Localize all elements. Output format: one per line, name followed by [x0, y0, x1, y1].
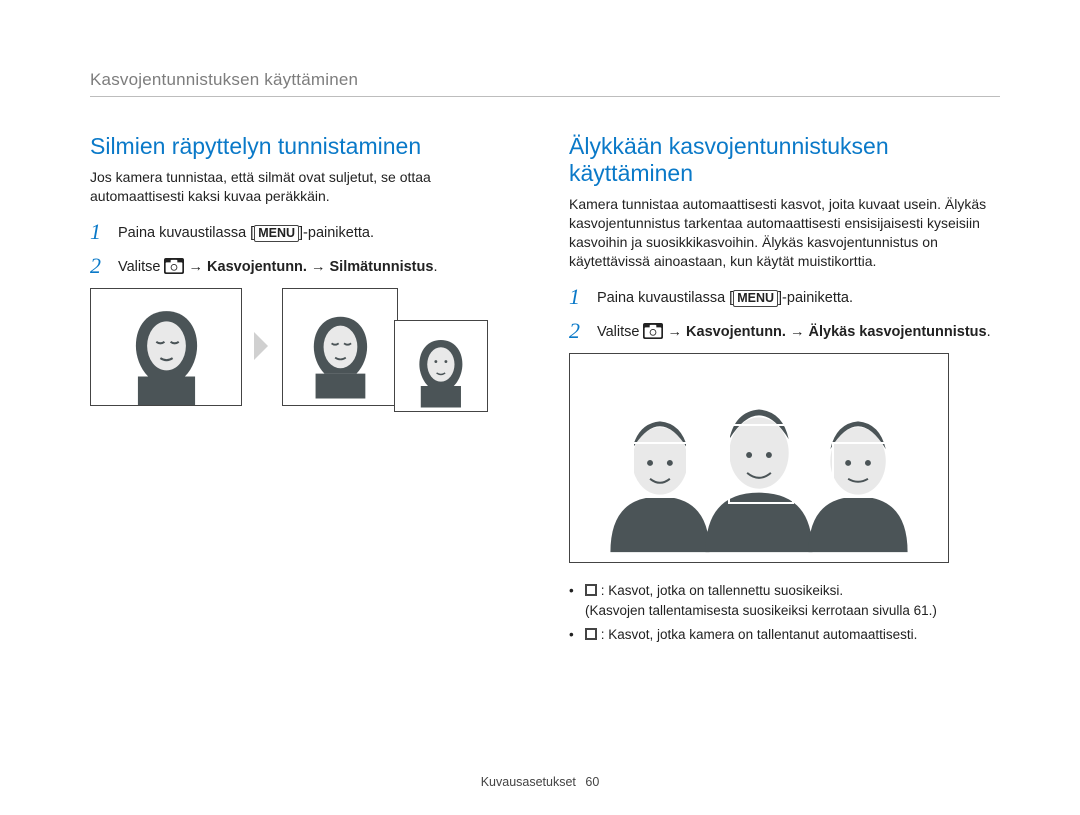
right-step-2: 2 Valitse → Kasvojentunn. → Älykäs kasvo… [569, 319, 1000, 343]
bullet-text: : Kasvot, jotka kamera on tallentanut au… [597, 627, 917, 642]
left-column: Silmien räpyttelyn tunnistaminen Jos kam… [90, 133, 521, 649]
step-text: Valitse → Kasvojentunn. → Silmätunnistus… [118, 254, 521, 278]
favorite-frame-icon [585, 584, 597, 596]
step2-path: → Kasvojentunn. → Silmätunnistus [184, 259, 433, 275]
step1-post: ]-painiketta. [299, 225, 374, 241]
content-columns: Silmien räpyttelyn tunnistaminen Jos kam… [90, 133, 1000, 649]
step-number-2: 2 [90, 254, 108, 277]
left-intro: Jos kamera tunnistaa, että silmät ovat s… [90, 168, 521, 206]
step2-path: → Kasvojentunn. → Älykäs kasvojentunnist… [663, 324, 986, 340]
step2-pre: Valitse [118, 259, 164, 275]
smart-face-figure [569, 353, 949, 563]
page-footer: Kuvausasetukset 60 [0, 775, 1080, 789]
face-illustration [296, 303, 385, 405]
face-illustration [405, 332, 477, 411]
step-text: Paina kuvaustilassa [MENU]-painiketta. [597, 285, 1000, 309]
step1-post: ]-painiketta. [778, 290, 853, 306]
step1-pre: Paina kuvaustilassa [ [118, 225, 254, 241]
camera-icon [643, 323, 663, 339]
blink-figure [90, 288, 521, 406]
right-heading: Älykkään kasvojentunnistuksen käyttämine… [569, 133, 1000, 187]
bullet-dot: • [569, 625, 577, 645]
step2-end: . [433, 259, 437, 275]
left-step-2: 2 Valitse → Kasvojentunn. → Silmätunnist… [90, 254, 521, 278]
face-box-auto-2 [832, 442, 888, 498]
legend: • : Kasvot, jotka on tallennettu suosike… [569, 581, 1000, 646]
auto-frame-icon [585, 628, 597, 640]
step2-pre: Valitse [597, 324, 643, 340]
footer-page-number: 60 [585, 775, 599, 789]
face-box-favorite [632, 442, 688, 498]
camera-icon [164, 258, 184, 274]
bullet-text: : Kasvot, jotka on tallennettu suosikeik… [597, 583, 843, 598]
breadcrumb: Kasvojentunnistuksen käyttäminen [90, 70, 1000, 97]
menu-button-label: MENU [254, 225, 299, 243]
legend-item-favorite: • : Kasvot, jotka on tallennettu suosike… [569, 581, 1000, 622]
step-text: Valitse → Kasvojentunn. → Älykäs kasvoje… [597, 319, 1000, 343]
arrow-icon [254, 332, 268, 360]
step1-pre: Paina kuvaustilassa [ [597, 290, 733, 306]
step-number-1: 1 [569, 285, 587, 308]
photo-closed-eyes [90, 288, 242, 406]
menu-button-label: MENU [733, 290, 778, 308]
right-intro: Kamera tunnistaa automaattisesti kasvot,… [569, 195, 1000, 271]
face-illustration [108, 303, 225, 405]
step-number-2: 2 [569, 319, 587, 342]
legend-item-auto: • : Kasvot, jotka kamera on tallentanut … [569, 625, 1000, 645]
face-box-auto-1 [728, 424, 794, 504]
right-column: Älykkään kasvojentunnistuksen käyttämine… [569, 133, 1000, 649]
step-text: Paina kuvaustilassa [MENU]-painiketta. [118, 220, 521, 244]
left-heading: Silmien räpyttelyn tunnistaminen [90, 133, 521, 160]
bullet-dot: • [569, 581, 577, 622]
left-step-1: 1 Paina kuvaustilassa [MENU]-painiketta. [90, 220, 521, 244]
right-step-1: 1 Paina kuvaustilassa [MENU]-painiketta. [569, 285, 1000, 309]
bullet-note: (Kasvojen tallentamisesta suosikeiksi ke… [585, 603, 937, 618]
footer-section: Kuvausasetukset [481, 775, 576, 789]
photo-result-1 [282, 288, 398, 406]
step-number-1: 1 [90, 220, 108, 243]
photo-result-2 [394, 320, 488, 412]
step2-end: . [987, 324, 991, 340]
